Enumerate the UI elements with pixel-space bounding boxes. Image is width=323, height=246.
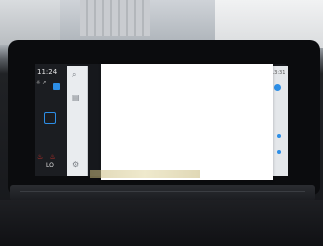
car-infotainment-photo: 11:24 ☼ ↗ ♨ ♨ LO ⌕ ▤ ⚙ 13:31: [0, 0, 323, 246]
clock-text: 11:24: [37, 68, 58, 76]
map-dot-marker: [277, 134, 281, 138]
background-blinds: [80, 0, 150, 36]
active-app-icon[interactable]: [53, 83, 60, 90]
background-wall: [0, 0, 60, 45]
dashboard-lower: [0, 200, 323, 246]
gear-icon[interactable]: ⚙: [72, 160, 79, 169]
hazard-button-strip: [10, 185, 315, 201]
map-dot-marker: [277, 150, 281, 154]
search-icon[interactable]: ⌕: [72, 70, 76, 80]
status-icons: ☼ ↗: [36, 80, 47, 86]
screen-glare: [90, 170, 200, 178]
list-icon[interactable]: ▤: [72, 93, 80, 102]
home-square-button[interactable]: [44, 112, 56, 124]
climate-level-label: LO: [46, 162, 54, 169]
trim-line: [20, 191, 305, 192]
seat-heat-icons[interactable]: ♨ ♨: [37, 153, 58, 161]
blank-popup-panel[interactable]: [101, 64, 273, 180]
map-time-text: 13:31: [271, 70, 286, 76]
navigation-button[interactable]: [274, 84, 281, 91]
